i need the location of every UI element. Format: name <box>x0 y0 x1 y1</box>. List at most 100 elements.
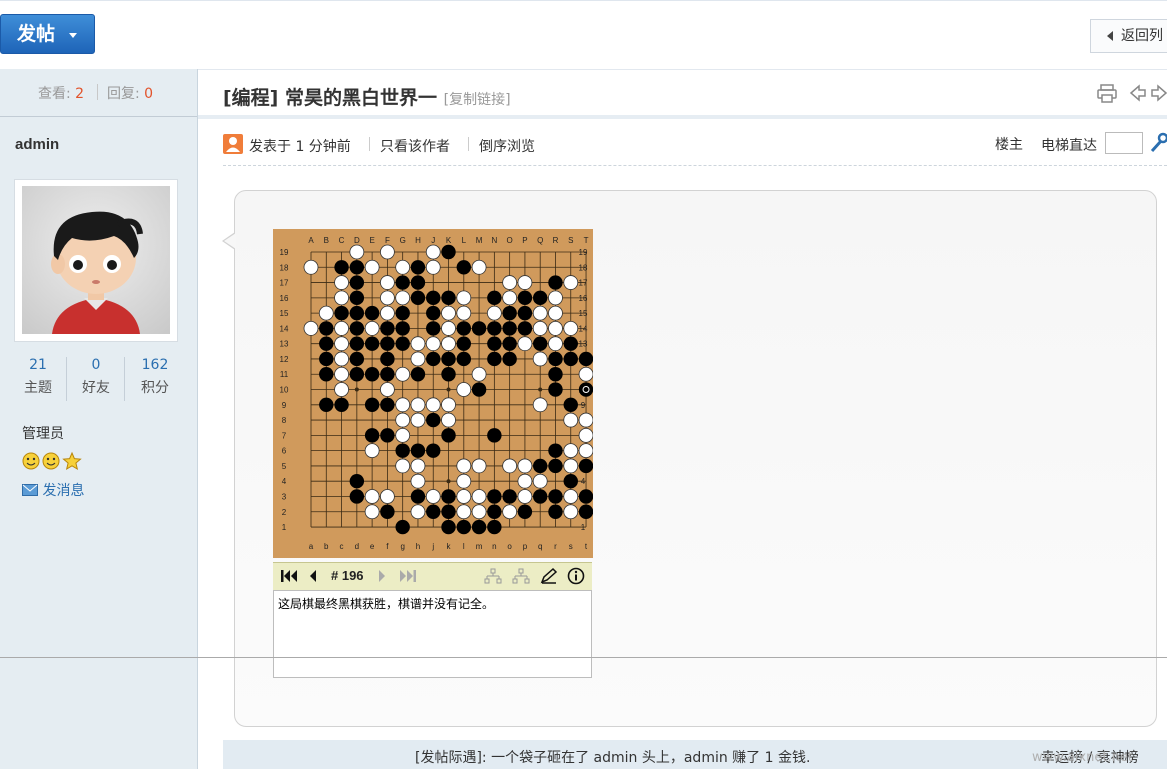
encounter-message: [发帖际遇]: 一个袋子砸在了 admin 头上，admin 赚了 1 金钱. <box>415 750 811 766</box>
row-label: 4 <box>581 477 586 486</box>
row-label: 19 <box>280 248 289 257</box>
black-stone <box>487 519 502 535</box>
white-stone <box>517 489 533 504</box>
wrench-icon[interactable] <box>1149 132 1167 154</box>
black-stone <box>563 474 578 489</box>
author-name[interactable]: admin <box>15 136 59 153</box>
column-label: t <box>585 542 588 551</box>
branch-icon[interactable] <box>512 568 530 584</box>
copy-link[interactable]: [复制链接] <box>444 92 511 108</box>
row-label: 15 <box>280 309 289 318</box>
user-online-icon <box>223 134 243 154</box>
first-move-icon[interactable] <box>280 569 298 583</box>
stat-points[interactable]: 162 积分 <box>130 357 180 397</box>
next-move-icon[interactable] <box>377 569 387 583</box>
column-label: Q <box>537 236 543 245</box>
only-author-link[interactable]: 只看该作者 <box>380 136 450 156</box>
white-stone <box>364 443 380 459</box>
post-button-label: 发帖 <box>17 23 56 45</box>
column-label: c <box>340 542 344 551</box>
edit-icon[interactable] <box>540 567 558 585</box>
white-stone <box>532 305 548 321</box>
white-stone <box>334 366 349 382</box>
white-stone <box>578 412 594 428</box>
column-label: L <box>462 236 467 245</box>
row-label: 4 <box>282 477 287 486</box>
black-stone <box>517 504 533 519</box>
white-stone <box>318 305 334 321</box>
row-label: 5 <box>282 462 287 471</box>
white-stone <box>456 382 472 397</box>
black-stone <box>441 519 456 535</box>
black-stone <box>319 397 334 412</box>
stat-friends-label: 好友 <box>82 380 110 396</box>
print-icon <box>1097 84 1117 103</box>
black-stone <box>578 351 594 367</box>
reverse-order-link[interactable]: 倒序浏览 <box>479 136 535 156</box>
white-stone <box>517 458 533 474</box>
white-stone <box>456 473 472 489</box>
previous-move-icon[interactable] <box>308 569 318 583</box>
white-stone <box>456 305 472 321</box>
black-stone <box>426 305 441 321</box>
avatar[interactable] <box>14 179 178 342</box>
send-message-link[interactable]: 发消息 <box>22 480 84 500</box>
black-stone <box>548 367 563 382</box>
white-stone <box>349 244 365 260</box>
white-stone <box>425 244 441 260</box>
previous-thread-icon <box>1129 84 1146 102</box>
white-stone <box>410 397 426 413</box>
row-label: 9 <box>282 401 287 410</box>
floor-jump-input[interactable] <box>1105 132 1143 154</box>
back-to-list-button[interactable]: 返回列 <box>1090 19 1167 53</box>
column-label: D <box>354 236 360 245</box>
column-label: f <box>386 542 389 551</box>
black-stone <box>578 458 594 474</box>
go-board[interactable]: A B C D E F G H J K L M N O P Q R S Ta b c d e f g h j k l m n o p q r s t 19… <box>273 229 609 558</box>
white-stone <box>303 321 319 336</box>
white-stone <box>456 290 472 306</box>
row-label: 6 <box>282 447 287 456</box>
post-time: 发表于 1 分钟前 <box>249 139 351 155</box>
black-stone <box>487 489 502 504</box>
row-label: 17 <box>280 279 289 288</box>
white-stone <box>395 366 411 382</box>
white-stone <box>441 305 456 321</box>
white-stone <box>441 336 456 352</box>
black-stone <box>517 305 533 321</box>
stat-threads-value: 21 <box>29 357 47 373</box>
row-label: 10 <box>280 386 289 395</box>
white-stone <box>517 275 533 290</box>
white-stone <box>563 458 579 474</box>
white-stone <box>364 489 380 504</box>
black-stone <box>548 504 563 519</box>
black-stone <box>578 489 594 504</box>
row-label: 8 <box>282 416 287 425</box>
thread-stats: 查看: 2 回复: 0 <box>0 69 197 115</box>
white-stone <box>502 458 518 474</box>
post-button[interactable]: 发帖 <box>0 14 95 54</box>
last-move-icon[interactable] <box>399 569 417 583</box>
horizontal-rule <box>0 657 1167 658</box>
stat-divider <box>66 357 67 401</box>
stat-friends[interactable]: 0 好友 <box>71 357 121 397</box>
bubble-tail-fill <box>224 233 236 249</box>
white-stone <box>334 321 349 336</box>
column-label: r <box>554 542 557 551</box>
white-stone <box>334 351 349 367</box>
user-group[interactable]: 管理员 <box>22 423 64 443</box>
variation-tree-icon[interactable] <box>484 568 502 584</box>
black-stone <box>395 519 410 535</box>
black-stone <box>349 260 365 275</box>
column-label: g <box>400 542 404 551</box>
white-stone <box>364 321 380 336</box>
stat-divider <box>124 357 125 401</box>
smiley-icon <box>42 452 60 470</box>
black-stone <box>548 275 563 290</box>
stat-threads[interactable]: 21 主题 <box>13 357 63 397</box>
info-icon[interactable] <box>567 567 585 585</box>
white-stone <box>563 489 579 504</box>
black-stone <box>456 321 471 336</box>
column-label: k <box>447 542 452 551</box>
column-label: J <box>431 236 435 245</box>
